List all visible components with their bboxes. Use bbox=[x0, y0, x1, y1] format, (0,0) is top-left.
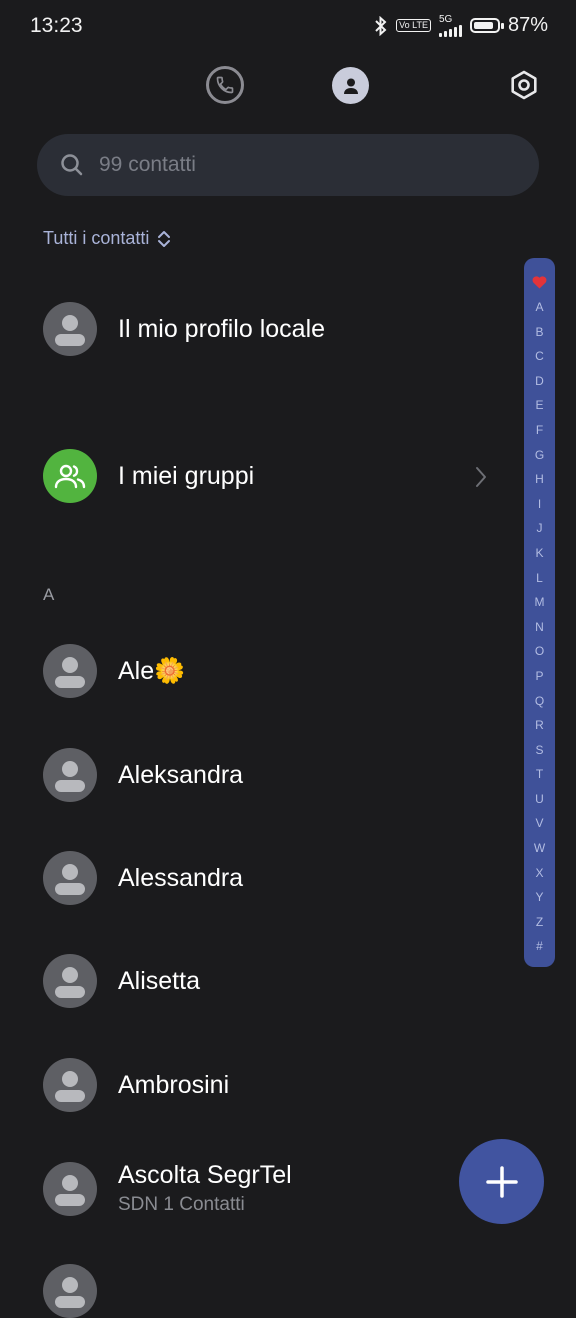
index-letter-y[interactable]: Y bbox=[535, 885, 543, 910]
index-letter-m[interactable]: M bbox=[535, 590, 545, 615]
filter-label: Tutti i contatti bbox=[43, 228, 150, 248]
profile-name: Il mio profilo locale bbox=[118, 314, 326, 343]
section-header: A bbox=[43, 585, 55, 604]
index-letter-s[interactable]: S bbox=[535, 738, 543, 763]
my-groups-row[interactable]: I miei gruppi bbox=[43, 449, 254, 503]
status-time: 13:23 bbox=[30, 14, 83, 37]
search-icon bbox=[61, 154, 83, 176]
contact-name: Ascolta SegrTel bbox=[118, 1161, 292, 1189]
avatar bbox=[43, 644, 97, 698]
index-letter-l[interactable]: L bbox=[536, 566, 543, 591]
avatar bbox=[43, 954, 97, 1008]
avatar bbox=[43, 1264, 97, 1318]
groups-icon bbox=[43, 449, 97, 503]
volte-icon: Vo LTE bbox=[396, 19, 431, 32]
battery-icon bbox=[469, 18, 504, 33]
index-letter-i[interactable]: I bbox=[538, 492, 541, 517]
index-letter-g[interactable]: G bbox=[535, 443, 544, 468]
index-letter-a[interactable]: A bbox=[535, 295, 543, 320]
contact-row[interactable]: Ambrosini bbox=[43, 1058, 229, 1112]
contact-row[interactable]: Aleksandra bbox=[43, 748, 243, 802]
status-bar-icons: Vo LTE 5G 87% bbox=[374, 14, 548, 37]
contact-row[interactable] bbox=[43, 1264, 97, 1318]
avatar bbox=[43, 851, 97, 905]
contact-name: Alessandra bbox=[118, 863, 244, 892]
index-letter-v[interactable]: V bbox=[535, 811, 543, 836]
my-profile-row[interactable]: Il mio profilo locale bbox=[43, 302, 325, 356]
contact-row[interactable]: Alisetta bbox=[43, 954, 200, 1008]
contact-name: Ale🌼 bbox=[118, 656, 186, 685]
plus-icon bbox=[485, 1165, 518, 1198]
index-letter-u[interactable]: U bbox=[535, 787, 544, 812]
contacts-filter-dropdown[interactable]: Tutti i contatti bbox=[43, 228, 171, 249]
groups-label: I miei gruppi bbox=[118, 461, 255, 490]
gear-icon bbox=[511, 70, 537, 100]
phone-icon bbox=[216, 76, 234, 94]
signal-icon bbox=[438, 24, 462, 37]
network-type: 5G bbox=[438, 13, 453, 25]
heart-icon[interactable] bbox=[532, 276, 547, 289]
index-letter-d[interactable]: D bbox=[535, 369, 544, 394]
index-letter-f[interactable]: F bbox=[536, 418, 543, 443]
contact-name: Aleksandra bbox=[118, 760, 244, 789]
contact-person-icon bbox=[343, 78, 358, 94]
contact-row[interactable]: Alessandra bbox=[43, 851, 243, 905]
index-letter-o[interactable]: O bbox=[535, 639, 544, 664]
index-letter-h[interactable]: H bbox=[535, 467, 544, 492]
contact-name: Ambrosini bbox=[118, 1070, 230, 1099]
index-letter-p[interactable]: P bbox=[535, 664, 543, 689]
avatar bbox=[43, 1161, 97, 1216]
index-letter-q[interactable]: Q bbox=[535, 689, 544, 714]
sort-updown-icon bbox=[158, 230, 171, 247]
tab-contacts[interactable] bbox=[332, 67, 369, 104]
contact-name: Alisetta bbox=[118, 966, 200, 995]
avatar bbox=[43, 302, 97, 356]
index-letter-z[interactable]: Z bbox=[536, 910, 543, 935]
search-input[interactable] bbox=[97, 152, 501, 178]
index-letter-w[interactable]: W bbox=[534, 836, 545, 861]
contact-row[interactable]: Ascolta SegrTel SDN 1 Contatti bbox=[43, 1161, 292, 1216]
avatar bbox=[43, 1058, 97, 1112]
index-letter-t[interactable]: T bbox=[536, 762, 543, 787]
index-letter-r[interactable]: R bbox=[535, 713, 544, 738]
contact-row[interactable]: Ale🌼 bbox=[43, 644, 185, 698]
index-letter-c[interactable]: C bbox=[535, 344, 544, 369]
chevron-right-icon bbox=[476, 467, 486, 487]
search-bar[interactable] bbox=[37, 134, 539, 196]
index-letter-k[interactable]: K bbox=[535, 541, 543, 566]
index-letter-e[interactable]: E bbox=[535, 393, 543, 418]
index-letter-hash[interactable]: # bbox=[536, 934, 543, 959]
avatar bbox=[43, 748, 97, 802]
index-letter-j[interactable]: J bbox=[537, 516, 543, 541]
index-letter-x[interactable]: X bbox=[535, 861, 543, 886]
add-contact-button[interactable] bbox=[459, 1139, 544, 1224]
index-letter-n[interactable]: N bbox=[535, 615, 544, 640]
settings-button[interactable] bbox=[506, 67, 542, 103]
battery-percent: 87% bbox=[507, 14, 548, 36]
bluetooth-icon bbox=[375, 15, 387, 36]
tab-phone[interactable] bbox=[206, 66, 244, 104]
index-letter-b[interactable]: B bbox=[535, 320, 543, 345]
alphabet-index[interactable]: A B C D E F G H I J K L M N O P Q R S T U V W X Y Z # bbox=[524, 258, 555, 967]
contact-subtitle: SDN 1 Contatti bbox=[118, 1194, 245, 1215]
